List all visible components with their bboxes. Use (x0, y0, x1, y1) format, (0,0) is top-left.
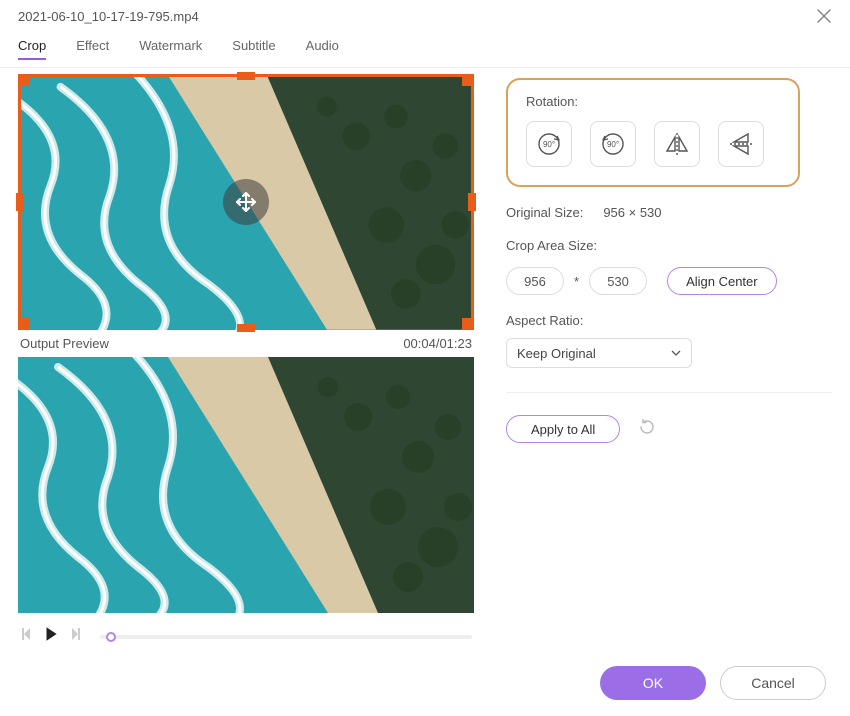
crop-handle-tr[interactable] (462, 74, 474, 86)
align-center-button[interactable]: Align Center (667, 267, 777, 295)
tab-subtitle[interactable]: Subtitle (232, 32, 275, 59)
tab-bar: Crop Effect Watermark Subtitle Audio (0, 32, 850, 68)
crop-handle-br[interactable] (462, 318, 474, 330)
crop-height-input[interactable] (589, 267, 647, 295)
crop-preview[interactable] (18, 74, 474, 330)
crop-handle-l[interactable] (16, 193, 24, 211)
aspect-ratio-label: Aspect Ratio: (506, 313, 832, 328)
reset-icon[interactable] (638, 418, 656, 441)
crop-width-input[interactable] (506, 267, 564, 295)
tab-effect[interactable]: Effect (76, 32, 109, 59)
flip-vertical-icon[interactable] (718, 121, 764, 167)
output-preview (18, 357, 474, 613)
timecode: 00:04/01:23 (403, 336, 472, 351)
rotate-cw-icon[interactable]: 90° (526, 121, 572, 167)
aspect-ratio-value: Keep Original (517, 346, 596, 361)
rotation-label: Rotation: (526, 94, 780, 109)
close-icon[interactable] (816, 8, 832, 24)
crop-times: * (574, 274, 579, 289)
crop-handle-tl[interactable] (18, 74, 30, 86)
tab-watermark[interactable]: Watermark (139, 32, 202, 59)
move-icon[interactable] (223, 179, 269, 225)
original-size-value: 956 × 530 (603, 205, 661, 220)
svg-text:90°: 90° (543, 140, 555, 149)
file-title: 2021-06-10_10-17-19-795.mp4 (18, 9, 199, 24)
apply-to-all-button[interactable]: Apply to All (506, 415, 620, 443)
ok-button[interactable]: OK (600, 666, 706, 700)
rotate-ccw-icon[interactable]: 90° (590, 121, 636, 167)
progress-slider[interactable] (100, 635, 472, 639)
original-size-label: Original Size: (506, 205, 583, 220)
tab-audio[interactable]: Audio (306, 32, 339, 59)
rotation-group: Rotation: 90° 90° (506, 78, 800, 187)
prev-frame-button[interactable] (20, 626, 36, 647)
crop-area-label: Crop Area Size: (506, 238, 832, 253)
crop-handle-bl[interactable] (18, 318, 30, 330)
next-frame-button[interactable] (66, 626, 82, 647)
aspect-ratio-select[interactable]: Keep Original (506, 338, 692, 368)
crop-handle-r[interactable] (468, 193, 476, 211)
divider (506, 392, 832, 393)
svg-text:90°: 90° (607, 140, 619, 149)
play-button[interactable] (42, 625, 60, 648)
tab-crop[interactable]: Crop (18, 32, 46, 59)
cancel-button[interactable]: Cancel (720, 666, 826, 700)
chevron-down-icon (671, 350, 681, 356)
flip-horizontal-icon[interactable] (654, 121, 700, 167)
crop-handle-t[interactable] (237, 72, 255, 80)
crop-handle-b[interactable] (237, 324, 255, 332)
output-preview-label: Output Preview (20, 336, 109, 351)
